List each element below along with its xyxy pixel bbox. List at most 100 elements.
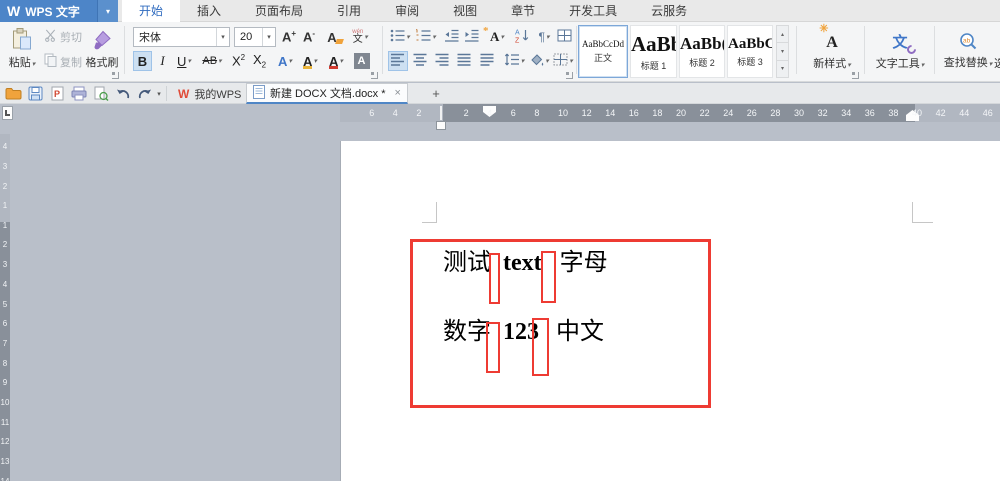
menu-tab-page-layout[interactable]: 页面布局 bbox=[238, 0, 320, 22]
chevron-down-icon[interactable]: ▾ bbox=[216, 28, 229, 46]
paragraph-dialog-launcher[interactable] bbox=[566, 72, 573, 79]
app-menu-caret[interactable]: ▾ bbox=[97, 0, 118, 22]
ruler-number: 4 bbox=[0, 280, 10, 289]
clipboard-dialog-launcher[interactable] bbox=[112, 72, 119, 79]
h-ruler[interactable]: 6422468101214161820222426283032343638404… bbox=[340, 104, 1000, 122]
decrease-indent-button[interactable] bbox=[442, 27, 460, 47]
ruler-number: 2 bbox=[0, 240, 10, 249]
group-separator bbox=[796, 26, 797, 74]
new-style-label: 新样式 bbox=[813, 58, 846, 70]
highlight-color-button[interactable]: A▾ bbox=[298, 51, 322, 71]
clipped-button-label[interactable]: 选 bbox=[994, 55, 1000, 71]
bold-button[interactable]: B bbox=[133, 51, 152, 71]
menu-tab-cloud[interactable]: 云服务 bbox=[634, 0, 704, 22]
menu-tab-insert[interactable]: 插入 bbox=[180, 0, 238, 22]
distribute-button[interactable] bbox=[476, 51, 498, 71]
cut-button[interactable]: 剪切 bbox=[44, 29, 82, 45]
find-replace-button[interactable]: ab 查找替换▾ bbox=[938, 25, 998, 70]
align-center-button[interactable] bbox=[410, 51, 430, 71]
app-menu-button[interactable]: W WPS 文字 bbox=[0, 0, 97, 22]
justify-button[interactable] bbox=[454, 51, 474, 71]
align-left-button[interactable] bbox=[388, 51, 408, 71]
strikethrough-button[interactable]: AB▾ bbox=[198, 51, 226, 71]
style-card-normal[interactable]: AaBbCcDd 正文 bbox=[578, 25, 628, 78]
new-style-button[interactable]: ✳A 新样式▾ bbox=[800, 26, 864, 71]
find-replace-label: 查找替换 bbox=[944, 57, 988, 69]
styles-scroll: ▴ ▾ ▾ bbox=[776, 25, 789, 78]
minus-mark: - bbox=[312, 29, 315, 38]
menu-tab-review[interactable]: 审阅 bbox=[378, 0, 436, 22]
menu-tab-references[interactable]: 引用 bbox=[320, 0, 378, 22]
text-tool-button[interactable]: 文 文字工具▾ bbox=[868, 26, 932, 71]
font-family-combo[interactable]: 宋体 ▾ bbox=[133, 27, 230, 47]
redo-button[interactable] bbox=[136, 85, 154, 102]
undo-button[interactable] bbox=[114, 85, 132, 102]
left-indent-marker[interactable] bbox=[436, 121, 446, 130]
close-icon[interactable]: × bbox=[395, 87, 401, 99]
phonetic-guide-button[interactable]: wén 文 ▾ bbox=[346, 27, 374, 47]
tab-stop-selector[interactable] bbox=[2, 106, 13, 120]
text-effects-button[interactable]: A▾ bbox=[274, 51, 296, 71]
subscript-button[interactable]: X2 bbox=[250, 51, 269, 71]
bullets-button[interactable]: ▾ bbox=[388, 27, 412, 47]
left-indent-pin[interactable] bbox=[440, 106, 442, 120]
ruler-number: 34 bbox=[841, 108, 851, 118]
borders-button[interactable]: ▾ bbox=[552, 51, 574, 71]
document-workspace[interactable]: 6422468101214161820222426283032343638404… bbox=[0, 104, 1000, 481]
save-button[interactable] bbox=[26, 85, 44, 102]
align-right-button[interactable] bbox=[432, 51, 452, 71]
increase-indent-button[interactable] bbox=[462, 27, 480, 47]
underline-button[interactable]: U▾ bbox=[173, 51, 195, 71]
ruler-number: 12 bbox=[0, 437, 10, 446]
clear-format-button[interactable]: A bbox=[322, 27, 342, 47]
new-tab-button[interactable]: + bbox=[428, 85, 444, 101]
menu-tab-dev-tools[interactable]: 开发工具 bbox=[552, 0, 634, 22]
plus-mark: + bbox=[291, 29, 296, 38]
character-scale-button[interactable]: *A▾ bbox=[484, 27, 510, 47]
character-shading-button[interactable]: A bbox=[352, 51, 371, 71]
styles-dialog-launcher[interactable] bbox=[852, 72, 859, 79]
paragraph-mark-button[interactable]: ¶▾ bbox=[533, 27, 555, 47]
doc-line-1[interactable]: 测试text字母 bbox=[443, 248, 608, 278]
ruler-number: 14 bbox=[0, 477, 10, 481]
line-spacing-button[interactable]: ▾ bbox=[502, 51, 526, 71]
style-card-heading2[interactable]: AaBb( 标题 2 bbox=[679, 25, 725, 78]
export-pdf-button[interactable]: P bbox=[48, 85, 66, 102]
caret-icon: ▾ bbox=[921, 62, 925, 69]
paste-button[interactable]: 粘贴▾ bbox=[2, 25, 42, 70]
print-button[interactable] bbox=[70, 85, 88, 102]
font-color-button[interactable]: A▾ bbox=[324, 51, 348, 71]
v-ruler[interactable]: 43211234567891011121314 bbox=[0, 134, 10, 481]
quickbar-caret[interactable]: ▾ bbox=[154, 85, 164, 102]
format-painter-button[interactable]: 格式刷 bbox=[82, 25, 122, 70]
style-card-heading1[interactable]: AaBb 标题 1 bbox=[630, 25, 677, 78]
font-size-combo[interactable]: 20 ▾ bbox=[234, 27, 276, 47]
menu-tab-home[interactable]: 开始 bbox=[122, 0, 180, 22]
doc-text-latin: text bbox=[503, 250, 542, 276]
open-button[interactable] bbox=[4, 85, 22, 102]
font-dialog-launcher[interactable] bbox=[371, 72, 378, 79]
doc-line-2[interactable]: 数字123中文 bbox=[443, 317, 604, 347]
numbering-button[interactable]: ▾ bbox=[414, 27, 438, 47]
format-painter-label: 格式刷 bbox=[86, 54, 119, 70]
ruler-number: 30 bbox=[794, 108, 804, 118]
sort-button[interactable]: AZ bbox=[512, 27, 531, 47]
style-card-heading3[interactable]: AaBbC 标题 3 bbox=[727, 25, 773, 78]
pinyin-icon: wén 文 bbox=[352, 29, 363, 45]
shading-button[interactable]: ▾ bbox=[528, 51, 550, 71]
styles-scroll-up[interactable]: ▴ bbox=[777, 26, 788, 43]
shrink-font-button[interactable]: A- bbox=[300, 27, 318, 47]
superscript-button[interactable]: X2 bbox=[229, 51, 248, 71]
text-grid-button[interactable] bbox=[555, 27, 573, 47]
grow-font-button[interactable]: A+ bbox=[280, 27, 298, 47]
styles-scroll-down[interactable]: ▾ bbox=[777, 43, 788, 60]
tab-document[interactable]: 新建 DOCX 文档.docx * × bbox=[246, 83, 408, 104]
styles-more-button[interactable]: ▾ bbox=[777, 61, 788, 77]
menu-tab-section[interactable]: 章节 bbox=[494, 0, 552, 22]
italic-button[interactable]: I bbox=[155, 51, 170, 71]
print-preview-button[interactable] bbox=[92, 85, 110, 102]
highlight-icon: A bbox=[303, 54, 312, 69]
chevron-down-icon[interactable]: ▾ bbox=[262, 28, 275, 46]
menu-tab-view[interactable]: 视图 bbox=[436, 0, 494, 22]
copy-button[interactable]: 复制 bbox=[44, 53, 82, 70]
